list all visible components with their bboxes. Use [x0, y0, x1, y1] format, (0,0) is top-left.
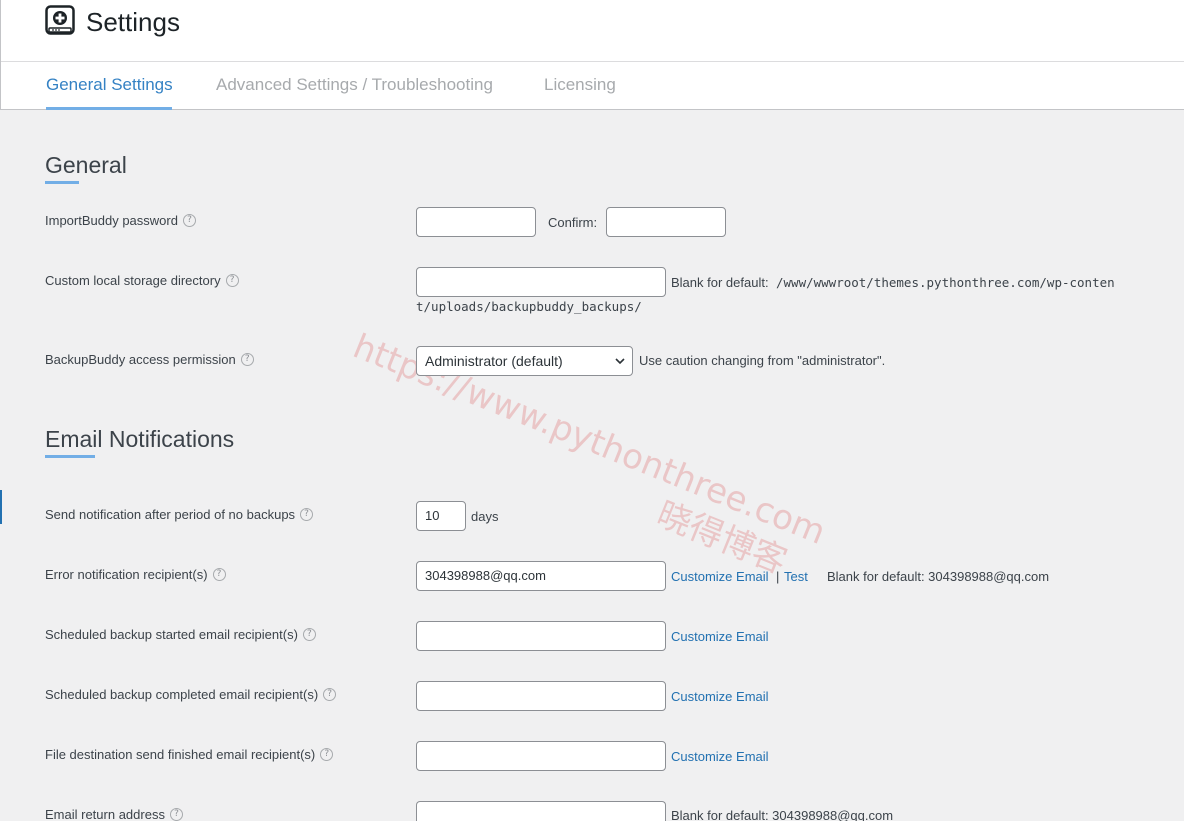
backup-safe-icon	[45, 5, 75, 35]
destination-recipient-label: File destination send finished email rec…	[45, 747, 334, 762]
page-header: Settings General Settings Advanced Setti…	[0, 0, 1184, 110]
access-permission-selected: Administrator (default)	[425, 353, 563, 369]
link-separator: |	[776, 569, 780, 584]
error-recipient-hint: Blank for default: 304398988@qq.com	[827, 569, 1050, 584]
customize-email-link-started[interactable]: Customize Email	[671, 629, 769, 644]
error-recipient-label-text: Error notification recipient(s)	[45, 567, 208, 582]
started-recipient-label: Scheduled backup started email recipient…	[45, 627, 316, 642]
test-email-link[interactable]: Test	[784, 569, 808, 584]
section-title-email: Email Notifications	[45, 426, 235, 452]
help-icon[interactable]: ?	[320, 748, 334, 761]
access-permission-select[interactable]: Administrator (default)	[416, 346, 633, 376]
access-permission-label: BackupBuddy access permission ?	[45, 352, 254, 367]
return-address-input[interactable]	[416, 801, 666, 821]
error-recipient-input[interactable]: 304398988@qq.com	[416, 561, 666, 591]
tab-advanced-settings[interactable]: Advanced Settings / Troubleshooting	[216, 75, 493, 95]
access-permission-hint: Use caution changing from "administrator…	[639, 353, 886, 368]
error-recipient-label: Error notification recipient(s) ?	[45, 567, 226, 582]
confirm-password-input[interactable]	[606, 207, 726, 237]
help-icon[interactable]: ?	[182, 214, 196, 227]
help-icon[interactable]: ?	[225, 274, 239, 287]
importbuddy-password-label: ImportBuddy password ?	[45, 213, 196, 228]
help-icon[interactable]: ?	[300, 508, 314, 521]
help-icon[interactable]: ?	[240, 353, 254, 366]
storage-dir-label: Custom local storage directory ?	[45, 273, 239, 288]
destination-recipient-input[interactable]	[416, 741, 666, 771]
completed-recipient-input[interactable]	[416, 681, 666, 711]
destination-recipient-label-text: File destination send finished email rec…	[45, 747, 316, 762]
chevron-down-icon	[615, 358, 625, 365]
started-recipient-input[interactable]	[416, 621, 666, 651]
no-backup-period-label: Send notification after period of no bac…	[45, 507, 314, 522]
page-title: Settings	[86, 7, 180, 37]
help-icon[interactable]: ?	[302, 628, 316, 641]
customize-email-link-completed[interactable]: Customize Email	[671, 689, 769, 704]
tab-licensing[interactable]: Licensing	[544, 75, 616, 95]
storage-dir-input[interactable]	[416, 267, 666, 297]
section-underline-email	[45, 455, 95, 458]
active-tab-indicator	[46, 107, 172, 110]
return-address-label: Email return address ?	[45, 807, 183, 821]
help-icon[interactable]: ?	[212, 568, 226, 581]
header-divider	[1, 61, 1184, 62]
section-underline-general	[45, 181, 79, 184]
return-address-hint: Blank for default: 304398988@qq.com	[671, 808, 894, 821]
completed-recipient-label-text: Scheduled backup completed email recipie…	[45, 687, 319, 702]
return-address-label-text: Email return address	[45, 807, 165, 821]
no-backup-period-unit: days	[471, 509, 499, 524]
no-backup-period-label-text: Send notification after period of no bac…	[45, 507, 296, 522]
confirm-label: Confirm:	[548, 215, 598, 230]
tab-general-settings[interactable]: General Settings	[46, 75, 173, 95]
help-icon[interactable]: ?	[323, 688, 337, 701]
customize-email-link-destination[interactable]: Customize Email	[671, 749, 769, 764]
storage-dir-default-path-line1: /www/wwwroot/themes.pythonthree.com/wp-c…	[776, 275, 1115, 290]
completed-recipient-label: Scheduled backup completed email recipie…	[45, 687, 337, 702]
storage-dir-hint: Blank for default:	[671, 275, 769, 290]
started-recipient-label-text: Scheduled backup started email recipient…	[45, 627, 298, 642]
admin-edge-mark	[0, 490, 2, 524]
storage-dir-label-text: Custom local storage directory	[45, 273, 221, 288]
access-permission-label-text: BackupBuddy access permission	[45, 352, 236, 367]
storage-dir-default-path-line2: t/uploads/backupbuddy_backups/	[416, 299, 642, 314]
help-icon[interactable]: ?	[169, 808, 183, 821]
importbuddy-password-label-text: ImportBuddy password	[45, 213, 178, 228]
customize-email-link-error[interactable]: Customize Email	[671, 569, 769, 584]
section-title-general: General	[45, 152, 127, 178]
importbuddy-password-input[interactable]	[416, 207, 536, 237]
no-backup-period-input[interactable]: 10	[416, 501, 466, 531]
